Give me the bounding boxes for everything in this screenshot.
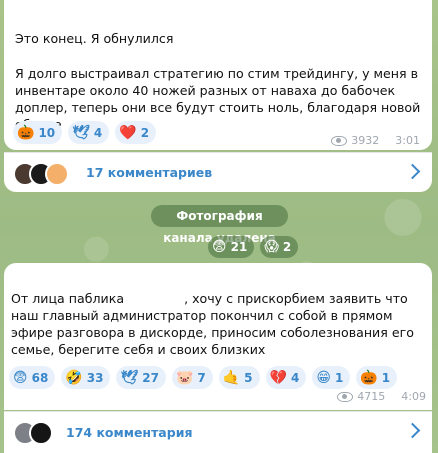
call-me-hand-icon: 🤙 [222,369,241,386]
service-message: Фотография канала удалена [151,205,288,245]
reaction-rofl[interactable]: 🤣 33 [61,366,111,389]
fear-face-icon: 😨 [212,239,227,255]
avatar [45,162,69,186]
reaction-pig[interactable]: 🐷 7 [171,366,213,389]
reactions-row: 😨 68 🤣 33 🕊 27 🐷 7 🤙 5 💔 4 😁 1 🎃 1 [9,366,398,389]
fear-face-icon: 😨 [13,369,28,386]
post-meta: 3932 3:01 [331,134,420,147]
post-title: Это конец. Я обнулился [15,31,174,46]
post-body: От лица паблика , хочу с прискорбием зая… [11,291,414,357]
views-icon [331,135,348,146]
reaction-call-me[interactable]: 🤙 5 [218,366,260,389]
reaction-broken-heart[interactable]: 💔 4 [265,366,307,389]
views-count: 3932 [351,134,380,147]
reactions-row: 🎃 10 🕊 4 ❤️ 2 [13,121,157,144]
views-icon [337,391,354,402]
reaction-pumpkin[interactable]: 🎃 10 [13,121,63,144]
commenter-avatars [13,421,53,445]
grin-face-icon: 😁 [316,369,331,386]
post-time: 4:09 [401,390,426,403]
pumpkin-icon: 🎃 [17,124,35,141]
comments-button[interactable]: 174 комментария [4,411,432,453]
reaction-grin[interactable]: 😁 1 [312,366,351,389]
commenter-avatars [13,162,69,186]
heart-icon: ❤️ [119,124,137,141]
reaction-fear[interactable]: 😨 21 [208,236,255,258]
reaction-scream[interactable]: 😱 2 [260,236,299,258]
reaction-heart[interactable]: ❤️ 2 [115,121,157,144]
broken-heart-icon: 💔 [269,369,287,386]
reaction-dove[interactable]: 🕊 27 [116,366,166,389]
scream-face-icon: 😱 [264,239,279,255]
pumpkin-icon: 🎃 [360,369,378,386]
dove-icon: 🕊 [120,369,139,386]
service-reactions: 😨 21 😱 2 [208,236,299,258]
reaction-dove[interactable]: 🕊 4 [68,121,110,144]
reaction-fear[interactable]: 😨 68 [9,366,56,389]
post-meta: 4715 4:09 [337,390,426,403]
views-count: 4715 [357,390,386,403]
avatar [29,421,53,445]
comments-label: 174 комментария [66,425,193,440]
chevron-right-icon [404,422,421,439]
channel-post: Это конец. Я обнулился Я долго выстраива… [4,0,432,150]
post-time: 3:01 [395,134,420,147]
chevron-right-icon [404,163,421,180]
rofl-face-icon: 🤣 [65,369,83,386]
reaction-pumpkin[interactable]: 🎃 1 [356,366,398,389]
comments-button[interactable]: 17 комментариев [4,152,432,192]
pig-icon: 🐷 [175,369,194,386]
dove-icon: 🕊 [72,124,90,141]
comments-label: 17 комментариев [86,165,213,180]
